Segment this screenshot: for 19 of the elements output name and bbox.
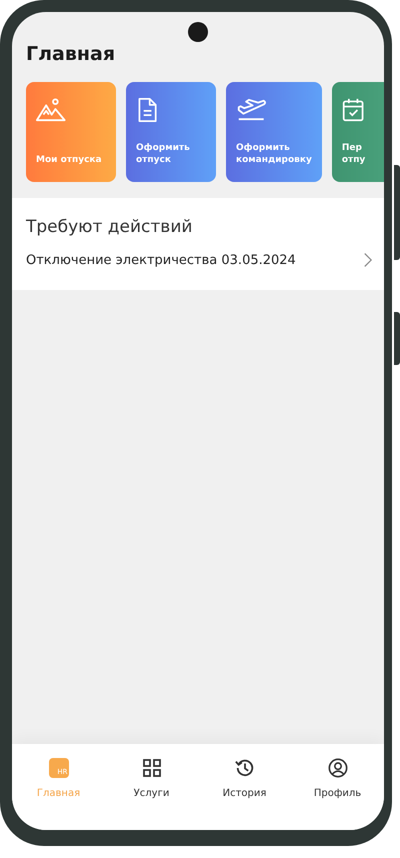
shortcut-tile[interactable]: Мои отпуска [26, 82, 116, 182]
section-title: Требуют действий [26, 216, 194, 238]
profile-icon [328, 758, 348, 778]
history-icon [234, 758, 254, 778]
plane-icon [236, 98, 268, 122]
grid-icon [142, 758, 162, 778]
action-item[interactable]: Отключение электричества 03.05.2024 [26, 238, 370, 278]
tab[interactable]: История [204, 744, 284, 818]
mountains-icon [36, 98, 66, 122]
page-title: Главная [26, 42, 116, 67]
shortcut-tile[interactable]: Пер отпу [332, 82, 384, 182]
tab[interactable]: Профиль [298, 744, 378, 818]
calendar-icon [342, 98, 364, 122]
document-icon [136, 98, 158, 122]
camera-icon [188, 22, 208, 42]
chevron-icon [364, 252, 372, 268]
shortcut-tile[interactable]: Оформить командировку [226, 82, 322, 182]
tab[interactable]: Услуги [112, 744, 192, 818]
shortcut-tile[interactable]: Оформить отпуск [126, 82, 216, 182]
